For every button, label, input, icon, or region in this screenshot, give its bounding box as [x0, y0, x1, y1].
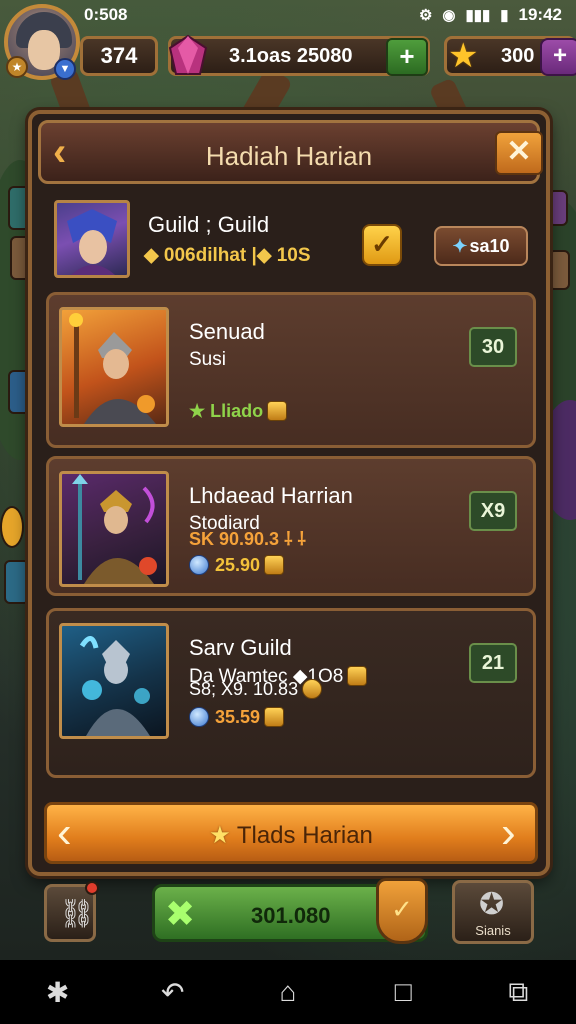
shield-icon[interactable]: ✓: [376, 878, 428, 944]
reward-stat: SK 90.90.3 ⸸ ⸸: [189, 529, 306, 549]
banner-label: ★ Tlads Harian: [209, 822, 373, 849]
add-stars-button[interactable]: +: [540, 38, 576, 76]
guild-stats: ◆ 006dilhat |◆ 10S: [144, 245, 311, 266]
star-icon: ★: [209, 822, 231, 849]
coin-icon: [267, 401, 288, 421]
reward-stat: S8; X9. 10.83: [189, 679, 323, 700]
reward-subtitle: Susi: [189, 349, 226, 370]
coin-icon: [264, 707, 285, 727]
nav-screenshot-icon[interactable]: ⧉: [488, 976, 548, 1009]
coin-icon: [347, 666, 368, 686]
chain-icon: ⛓: [59, 898, 95, 929]
swords-icon: ✖: [165, 893, 196, 934]
battle-value: 301.080: [251, 903, 331, 928]
guild-check-button[interactable]: ✓: [362, 224, 402, 266]
reward-gem-stat: 35.59: [189, 707, 285, 728]
diamond-icon: [189, 707, 209, 727]
nav-back-icon[interactable]: ↶: [143, 976, 203, 1009]
gear-icon: ✪: [479, 888, 505, 921]
settings-label: Sianis: [475, 923, 511, 938]
daily-reward-banner-button[interactable]: ‹ ★ Tlads Harian ›: [44, 802, 538, 864]
daily-reward-dialog: ‹ Hadiah Harian ✕ Guild ; Guild ◆ 006dil…: [28, 110, 550, 876]
reward-count-badge: 21: [469, 643, 517, 683]
status-time-left: 0:508: [84, 5, 128, 24]
signal-icon: ▮▮▮: [465, 7, 491, 24]
nav-home-icon[interactable]: ⌂: [258, 976, 318, 1008]
reward-title: Senuad: [189, 319, 265, 344]
reward-card[interactable]: Lhdaead Harrian Stodiard SK 90.90.3 ⸸ ⸸ …: [46, 456, 536, 596]
status-icons: ⚙ ◉ ▮▮▮ ▮ 19:42: [419, 5, 562, 25]
reward-count-badge: X9: [469, 491, 517, 531]
hero-portrait: [59, 471, 169, 587]
hero-portrait: [59, 307, 169, 427]
status-time-right: 19:42: [518, 5, 562, 24]
wifi-icon: ◉: [442, 7, 456, 24]
settings-icon: ⚙: [418, 7, 433, 24]
notification-dot: [85, 881, 99, 895]
dialog-header: ‹ Hadiah Harian ✕: [38, 120, 543, 184]
diamond-icon: [189, 555, 209, 575]
inventory-button[interactable]: ⛓: [44, 881, 99, 942]
nav-app-icon[interactable]: ✱: [28, 976, 88, 1009]
reward-count-badge: 30: [469, 327, 517, 367]
level-value: 374: [100, 43, 138, 68]
rank-badge-icon: ★: [6, 56, 28, 78]
guild-claim-button[interactable]: ✦ sa10: [434, 226, 528, 266]
nav-recents-icon[interactable]: □: [373, 976, 433, 1008]
player-level: 374: [80, 36, 158, 76]
stars-value: 300: [501, 44, 535, 67]
coin-icon: [302, 679, 323, 699]
shield-badge-icon: ▼: [54, 58, 76, 80]
reward-card[interactable]: Senuad Susi ★ Lliado 30: [46, 292, 536, 448]
reward-gem-stat: 25.90: [189, 555, 285, 576]
add-gems-button[interactable]: +: [386, 38, 428, 76]
status-bar: 0:508 ⚙ ◉ ▮▮▮ ▮ 19:42: [0, 0, 576, 30]
guild-cost-label: sa10: [469, 236, 510, 256]
guild-portrait: [54, 200, 130, 278]
android-nav-bar: ✱ ↶ ⌂ □ ⧉: [0, 960, 576, 1024]
settings-button[interactable]: ✪ Sianis: [452, 880, 534, 944]
battery-icon: ▮: [500, 7, 509, 24]
reward-title: Sarv Guild: [189, 635, 292, 660]
crystal-icon: ✦: [452, 236, 468, 256]
star-icon: ★: [448, 37, 479, 75]
dialog-title: Hadiah Harian: [205, 141, 373, 171]
reward-stat: ★ Lliado: [189, 401, 288, 422]
reward-card[interactable]: Sarv Guild Da Wamtec ◆1O8 S8; X9. 10.83 …: [46, 608, 536, 778]
guild-row: Guild ; Guild ◆ 006dilhat |◆ 10S ✓ ✦ sa10: [48, 198, 538, 284]
guild-name: Guild ; Guild: [148, 212, 270, 237]
gem-icon: [168, 34, 208, 75]
banner-right-arrow-icon[interactable]: ›: [501, 811, 516, 855]
gems-value: 3.1oas 25080: [229, 44, 353, 67]
coin-icon: [264, 555, 285, 575]
hero-portrait: [59, 623, 169, 739]
close-button[interactable]: ✕: [495, 131, 543, 175]
reward-title: Lhdaead Harrian: [189, 483, 353, 508]
